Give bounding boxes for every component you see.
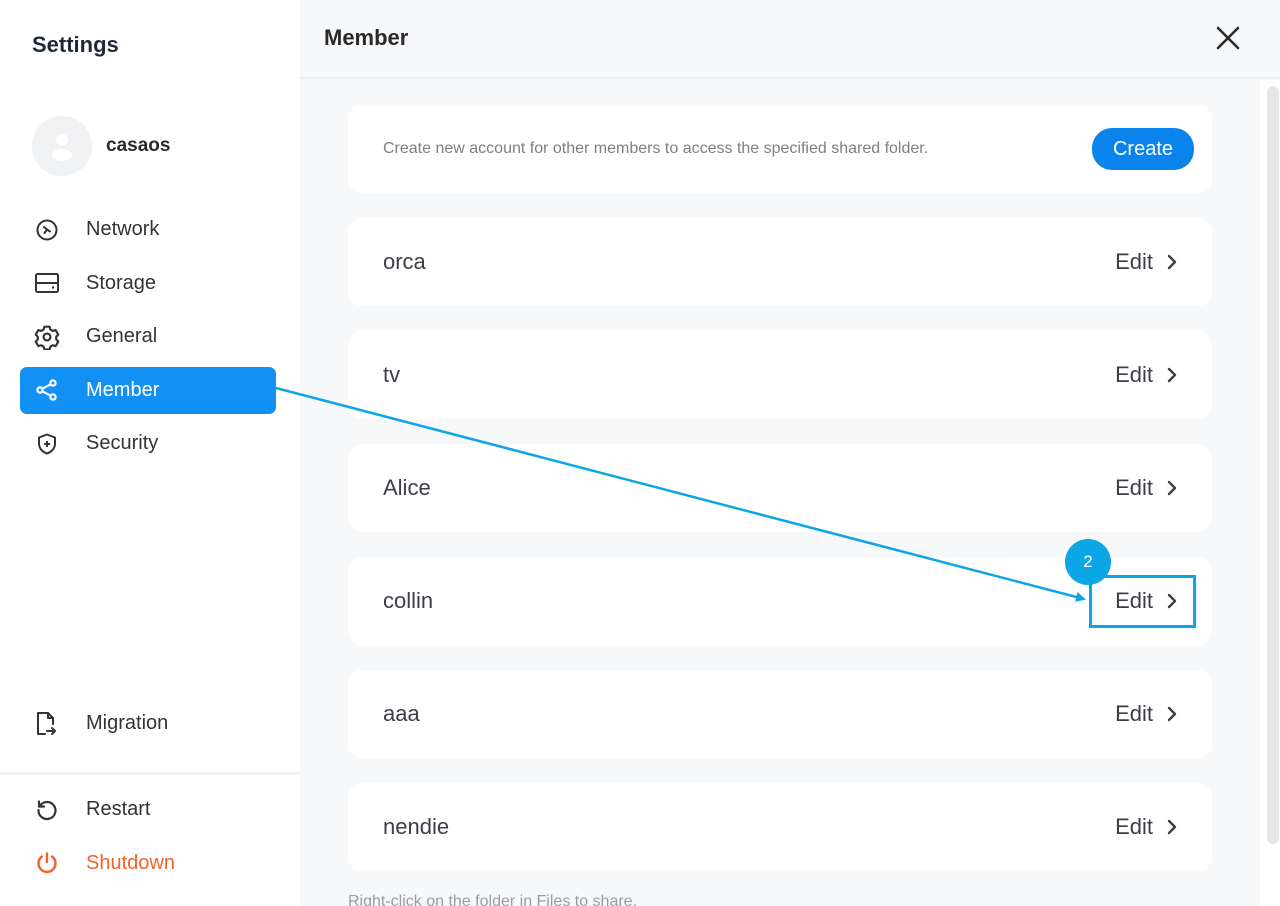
list-item: aaa Edit — [348, 670, 1212, 758]
sidebar-item-member[interactable]: Member — [20, 366, 276, 414]
sidebar-item-security[interactable]: Security — [20, 420, 276, 467]
edit-button[interactable]: Edit — [1115, 814, 1177, 840]
scrollbar[interactable] — [1260, 80, 1280, 906]
member-name: collin — [383, 588, 434, 613]
network-icon — [34, 217, 60, 243]
member-name: aaa — [383, 701, 420, 726]
edit-button[interactable]: Edit — [1115, 362, 1177, 388]
edit-label: Edit — [1115, 588, 1153, 613]
user-avatar-icon — [52, 134, 72, 161]
sidebar-item-network[interactable]: Network — [20, 206, 276, 253]
list-item: orca Edit — [348, 218, 1212, 306]
shutdown-button[interactable]: Shutdown — [20, 840, 276, 887]
member-name: tv — [383, 362, 401, 387]
sidebar-item-migration[interactable]: Migration — [20, 700, 276, 747]
sidebar-item-label: Member — [86, 378, 160, 401]
create-description: Create new account for other members to … — [383, 140, 929, 157]
settings-window: Settings casaos Network Storage General … — [0, 0, 1280, 906]
page-title: Member — [324, 25, 409, 50]
list-item: collin Edit — [348, 557, 1212, 645]
sidebar-divider — [0, 772, 300, 775]
restart-icon — [34, 797, 60, 823]
sidebar-item-label: Migration — [86, 712, 169, 734]
share-icon — [34, 377, 60, 403]
share-hint: Right-click on the folder in Files to sh… — [348, 893, 638, 906]
chevron-right-icon — [1167, 480, 1177, 496]
sidebar-title: Settings — [32, 32, 119, 57]
power-icon — [34, 850, 60, 876]
edit-button[interactable]: Edit — [1115, 475, 1177, 501]
sidebar-item-label: Storage — [86, 271, 157, 294]
avatar — [32, 116, 92, 176]
settings-nav: Network Storage General Member Security — [20, 206, 276, 474]
chevron-right-icon — [1167, 367, 1177, 383]
member-list: Create new account for other members to … — [348, 105, 1212, 896]
edit-label: Edit — [1115, 475, 1153, 500]
user-name: casaos — [106, 135, 171, 156]
edit-button[interactable]: Edit — [1115, 249, 1177, 275]
chevron-right-icon — [1167, 593, 1177, 609]
shutdown-label: Shutdown — [86, 851, 175, 874]
list-item: Alice Edit — [348, 444, 1212, 532]
sidebar-item-label: General — [86, 325, 158, 347]
create-member-card: Create new account for other members to … — [348, 105, 1212, 193]
panel-header: Member — [300, 0, 1280, 79]
shield-icon — [34, 431, 60, 457]
edit-label: Edit — [1115, 362, 1153, 387]
sidebar-item-storage[interactable]: Storage — [20, 260, 276, 307]
edit-label: Edit — [1115, 701, 1153, 726]
chevron-right-icon — [1167, 706, 1177, 722]
member-panel: Member Create new account for other memb… — [300, 0, 1280, 906]
sidebar: Settings casaos Network Storage General … — [0, 0, 300, 906]
close-icon — [1216, 26, 1240, 50]
power-section: Restart Shutdown — [20, 786, 276, 893]
user-profile[interactable]: casaos — [32, 116, 170, 176]
scrollbar-thumb[interactable] — [1267, 86, 1279, 844]
file-export-icon — [34, 711, 60, 737]
restart-label: Restart — [86, 798, 151, 820]
chevron-right-icon — [1167, 254, 1177, 270]
member-name: Alice — [383, 475, 431, 500]
list-item: nendie Edit — [348, 783, 1212, 871]
list-item: tv Edit — [348, 331, 1212, 419]
restart-button[interactable]: Restart — [20, 786, 276, 833]
edit-button[interactable]: Edit — [1115, 588, 1177, 614]
close-button[interactable] — [1212, 22, 1244, 54]
edit-button[interactable]: Edit — [1115, 701, 1177, 727]
member-name: nendie — [383, 814, 450, 839]
edit-label: Edit — [1115, 249, 1153, 274]
member-name: orca — [383, 249, 426, 274]
chevron-right-icon — [1167, 819, 1177, 835]
migration-section: Migration — [20, 700, 276, 754]
gear-icon — [34, 324, 60, 350]
storage-icon — [34, 270, 60, 296]
sidebar-item-label: Security — [86, 432, 159, 454]
create-button[interactable]: Create — [1091, 128, 1194, 170]
sidebar-item-label: Network — [86, 218, 160, 240]
edit-label: Edit — [1115, 814, 1153, 839]
sidebar-item-general[interactable]: General — [20, 313, 276, 360]
